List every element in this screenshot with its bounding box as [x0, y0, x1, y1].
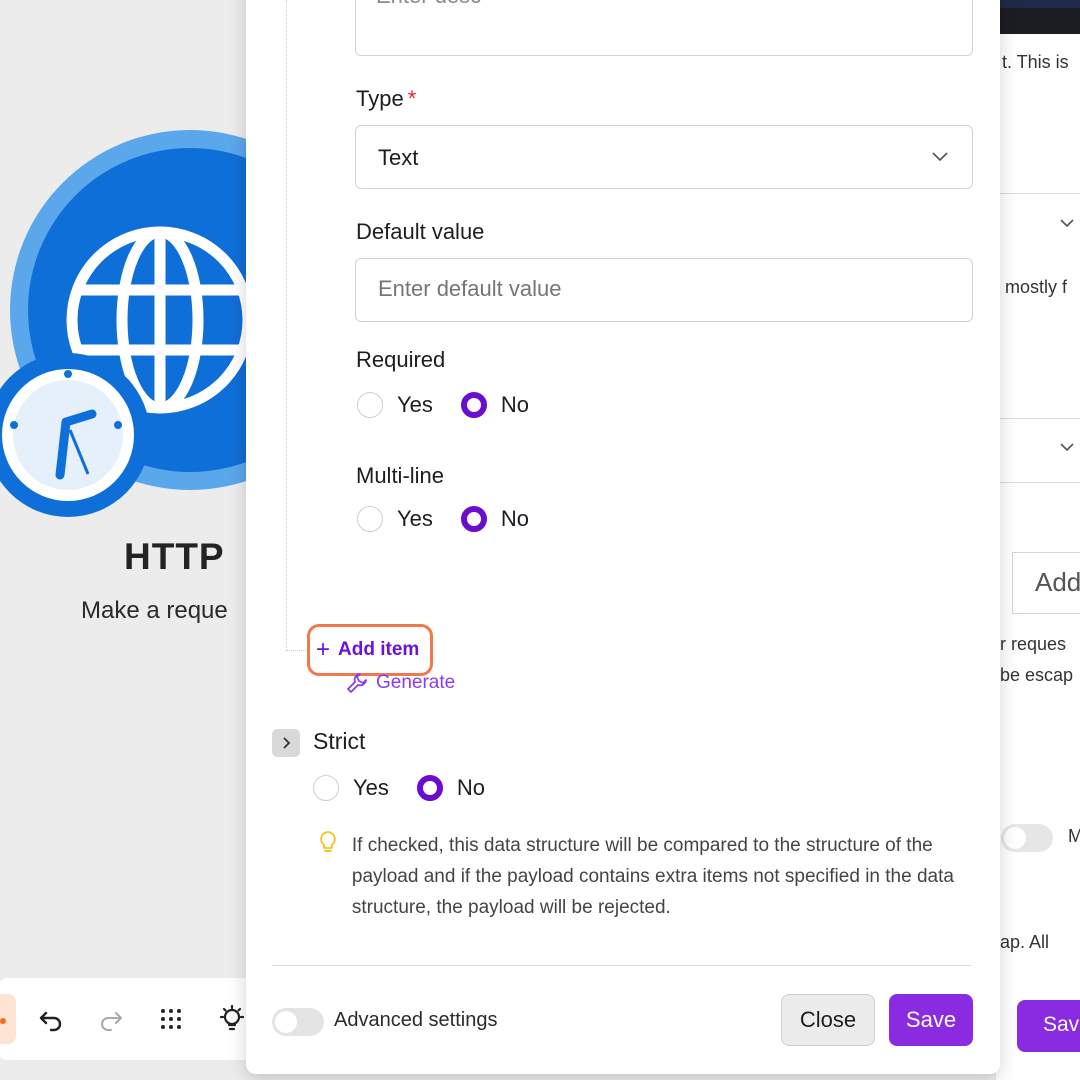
wrench-icon: [347, 673, 367, 693]
scenario-toolbar: [0, 978, 252, 1060]
add-item-label: Add item: [338, 639, 420, 660]
grid-dots-icon: [161, 1009, 181, 1029]
strict-no-label: No: [456, 775, 486, 800]
generate-button[interactable]: Generate: [346, 672, 455, 694]
panel-text: mostly f: [1005, 277, 1068, 297]
chevron-down-icon[interactable]: [1060, 216, 1074, 230]
type-select-value: Text: [378, 145, 419, 170]
module-subtitle: Make a reque: [81, 597, 228, 624]
advanced-settings-toggle[interactable]: [272, 1008, 324, 1036]
bulb-icon: [219, 1005, 245, 1031]
multi-line-yes-radio[interactable]: [357, 506, 383, 532]
undo-icon: [39, 1011, 62, 1032]
close-button[interactable]: Close: [781, 994, 875, 1046]
run-indicator[interactable]: [0, 994, 16, 1044]
advanced-settings-label: Advanced settings: [334, 1009, 498, 1031]
redo-icon: [101, 1012, 122, 1031]
panel-divider: [996, 418, 1080, 419]
strict-expand-toggle[interactable]: [272, 729, 300, 757]
panel-add-button[interactable]: Add: [1012, 552, 1080, 614]
panel-text: be escap: [1000, 665, 1074, 685]
default-value-input[interactable]: [378, 276, 938, 302]
generate-label: Generate: [376, 672, 456, 693]
chevron-right-icon: [283, 737, 291, 749]
default-value-field[interactable]: [355, 258, 973, 322]
description-placeholder: Enter desc: [376, 0, 481, 9]
required-label: Required: [356, 347, 446, 372]
undo-button[interactable]: [34, 978, 68, 1060]
required-yes-label: Yes: [397, 392, 433, 417]
panel-divider: [996, 193, 1080, 194]
panel-text: r reques: [1000, 634, 1067, 654]
panel-save-button[interactable]: Save: [1017, 1000, 1080, 1052]
chevron-down-icon[interactable]: [1060, 440, 1074, 454]
scenario-canvas: HTTP Make a reque: [0, 0, 252, 1080]
strict-label: Strict: [313, 728, 366, 754]
add-item-button[interactable]: + Add item: [307, 624, 433, 676]
chevron-down-icon: [932, 152, 948, 162]
multi-line-radio-group: Yes No: [357, 506, 557, 532]
panel-text: ap. All: [1000, 932, 1050, 952]
required-star: *: [407, 86, 417, 111]
strict-yes-radio[interactable]: [313, 775, 339, 801]
description-field[interactable]: Enter desc: [355, 0, 973, 56]
plus-icon: +: [316, 636, 331, 663]
footer-divider: [272, 965, 972, 966]
default-value-label: Default value: [356, 219, 485, 244]
multi-line-no-radio[interactable]: [460, 506, 487, 532]
hints-button[interactable]: [216, 978, 248, 1060]
strict-hint-text: If checked, this data structure will be …: [351, 835, 954, 918]
panel-text: t. This is: [1002, 52, 1069, 72]
required-yes-radio[interactable]: [357, 392, 383, 418]
tree-guide-line: [286, 0, 287, 650]
http-module-icon[interactable]: [0, 130, 250, 520]
multi-line-yes-label: Yes: [397, 506, 433, 531]
strict-yes-label: Yes: [353, 775, 389, 800]
panel-divider: [996, 482, 1080, 483]
strict-no-radio[interactable]: [416, 775, 443, 801]
panel-toggle[interactable]: [1001, 824, 1053, 852]
panel-toggle-label: M: [1068, 826, 1080, 846]
type-label: Type *: [356, 86, 416, 112]
lightbulb-icon: [320, 831, 336, 852]
module-title: HTTP: [124, 536, 225, 577]
multi-line-label: Multi-line: [356, 463, 445, 488]
save-button[interactable]: Save: [889, 994, 973, 1046]
grid-button[interactable]: [156, 978, 186, 1060]
strict-radio-group: Yes No: [313, 775, 513, 801]
redo-button[interactable]: [96, 978, 126, 1060]
required-no-radio[interactable]: [460, 392, 487, 418]
required-radio-group: Yes No: [357, 392, 557, 418]
tree-guide-line: [286, 650, 308, 651]
multi-line-no-label: No: [500, 506, 530, 531]
module-settings-panel: t. This is mostly f Add r reques be esca…: [996, 0, 1080, 1080]
type-select[interactable]: Text: [355, 125, 973, 189]
type-label-text: Type: [356, 86, 404, 111]
required-no-label: No: [500, 392, 530, 417]
strict-hint: If checked, this data structure will be …: [318, 830, 968, 923]
